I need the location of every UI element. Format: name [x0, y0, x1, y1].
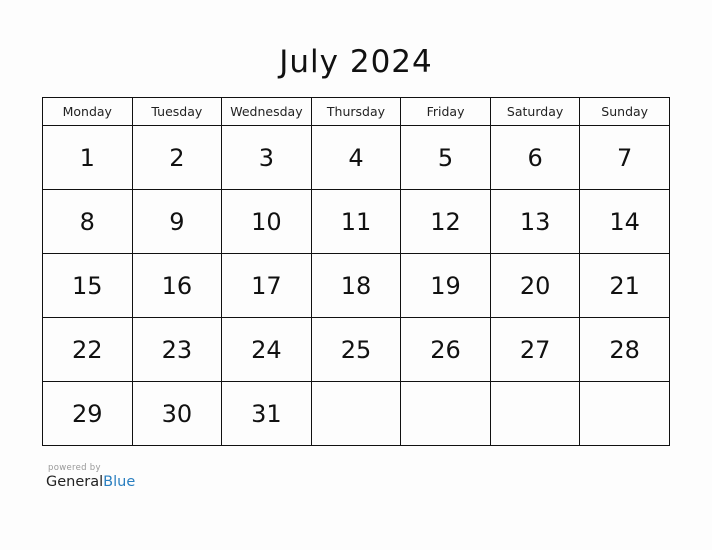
weekday-header: Saturday	[489, 97, 581, 126]
weekday-header: Friday	[400, 97, 491, 126]
day-cell-empty	[489, 381, 581, 446]
brand-general: General	[46, 474, 104, 490]
day-cell: 26	[400, 317, 491, 382]
day-cell: 25	[310, 317, 402, 382]
day-cell: 2	[131, 125, 223, 190]
day-cell: 31	[221, 381, 312, 446]
weekday-header: Tuesday	[131, 97, 223, 126]
week-row: 22 23 24 25 26 27 28	[42, 317, 670, 382]
calendar-grid: Monday Tuesday Wednesday Thursday Friday…	[42, 97, 670, 446]
day-cell: 20	[489, 253, 581, 318]
day-cell: 3	[221, 125, 312, 190]
weekday-header-row: Monday Tuesday Wednesday Thursday Friday…	[42, 97, 670, 126]
day-cell: 11	[310, 189, 402, 254]
day-cell: 10	[221, 189, 312, 254]
day-cell: 14	[579, 189, 670, 254]
day-cell: 17	[221, 253, 312, 318]
powered-by-label: powered by	[48, 463, 101, 473]
day-cell: 16	[131, 253, 223, 318]
day-cell: 5	[400, 125, 491, 190]
day-cell: 21	[579, 253, 670, 318]
brand-name: GeneralBlue	[46, 474, 135, 490]
day-cell: 9	[131, 189, 223, 254]
day-cell: 6	[489, 125, 581, 190]
weekday-header: Wednesday	[221, 97, 312, 126]
week-row: 29 30 31	[42, 381, 670, 446]
day-cell: 8	[42, 189, 133, 254]
weekday-header: Thursday	[310, 97, 402, 126]
day-cell-empty	[310, 381, 402, 446]
week-row: 1 2 3 4 5 6 7	[42, 125, 670, 190]
brand-blue: Blue	[103, 474, 136, 490]
calendar-title: July 2024	[279, 44, 433, 80]
day-cell: 15	[42, 253, 133, 318]
day-cell: 23	[131, 317, 223, 382]
generalblue-logo[interactable]: powered by GeneralBlue	[46, 463, 135, 490]
day-cell: 18	[310, 253, 402, 318]
day-cell: 24	[221, 317, 312, 382]
day-cell: 19	[400, 253, 491, 318]
day-cell: 28	[579, 317, 670, 382]
day-cell: 7	[579, 125, 670, 190]
weekday-header: Monday	[42, 97, 133, 126]
day-cell: 13	[489, 189, 581, 254]
day-cell-empty	[400, 381, 491, 446]
weekday-header: Sunday	[579, 97, 670, 126]
day-cell: 4	[310, 125, 402, 190]
week-row: 15 16 17 18 19 20 21	[42, 253, 670, 318]
day-cell-empty	[579, 381, 670, 446]
day-cell: 27	[489, 317, 581, 382]
week-row: 8 9 10 11 12 13 14	[42, 189, 670, 254]
day-cell: 12	[400, 189, 491, 254]
day-cell: 1	[42, 125, 133, 190]
day-cell: 29	[42, 381, 133, 446]
day-cell: 30	[131, 381, 223, 446]
day-cell: 22	[42, 317, 133, 382]
